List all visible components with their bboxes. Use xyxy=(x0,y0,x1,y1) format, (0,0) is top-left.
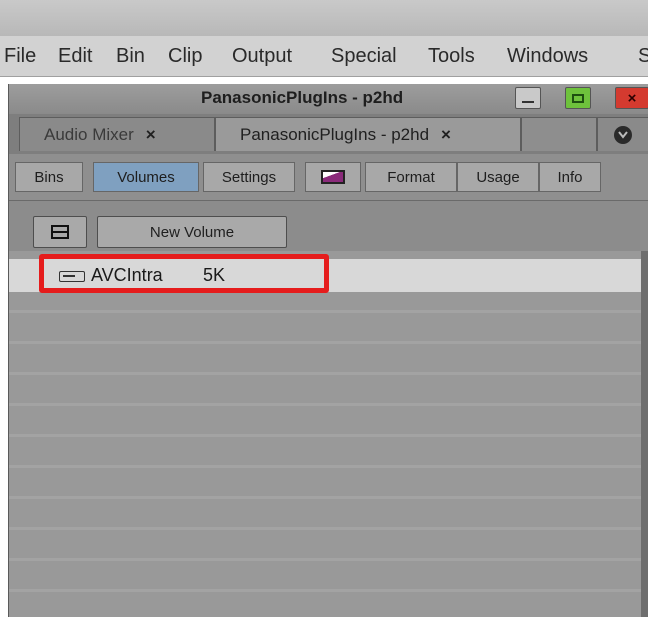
tab-bar: Audio Mixer × PanasonicPlugIns - p2hd × xyxy=(9,114,648,154)
subtab-settings[interactable]: Settings xyxy=(203,162,295,192)
window-right-edge xyxy=(641,251,648,617)
window-title: PanasonicPlugIns - p2hd xyxy=(201,88,404,107)
bin-subtabs: Bins Volumes Settings Format Usage Info xyxy=(9,154,648,201)
tab-label: Audio Mixer xyxy=(44,124,134,144)
close-button[interactable]: × xyxy=(615,87,648,109)
volumes-list: AVCIntra 5K xyxy=(9,251,641,617)
subtab-bins[interactable]: Bins xyxy=(15,162,83,192)
menu-bin[interactable]: Bin xyxy=(116,44,145,68)
tab-menu-button[interactable] xyxy=(597,117,648,151)
tab-close-icon[interactable]: × xyxy=(441,125,451,145)
tab-audio-mixer[interactable]: Audio Mixer × xyxy=(19,117,215,151)
menu-windows[interactable]: Windows xyxy=(507,44,588,68)
tab-close-icon[interactable]: × xyxy=(146,125,156,145)
tab-panasonic-plugins[interactable]: PanasonicPlugIns - p2hd × xyxy=(215,117,521,151)
tab-label: PanasonicPlugIns - p2hd xyxy=(240,124,430,144)
menu-tools[interactable]: Tools xyxy=(428,44,475,68)
close-icon: × xyxy=(627,89,637,107)
subtab-info[interactable]: Info xyxy=(539,162,601,192)
maximize-button[interactable] xyxy=(565,87,591,109)
maximize-icon xyxy=(572,93,584,103)
menu-overflow[interactable]: S xyxy=(638,44,648,68)
tab-empty xyxy=(521,117,597,151)
chevron-down-icon xyxy=(614,125,632,144)
bin-window: PanasonicPlugIns - p2hd × Audio Mixer × … xyxy=(8,84,648,617)
color-swatch-icon xyxy=(321,170,345,184)
menu-clip[interactable]: Clip xyxy=(168,44,202,68)
list-view-icon xyxy=(51,225,69,239)
new-volume-button[interactable]: New Volume xyxy=(97,216,287,248)
subtab-usage[interactable]: Usage xyxy=(457,162,539,192)
minimize-button[interactable] xyxy=(515,87,541,109)
menu-file[interactable]: File xyxy=(4,44,36,68)
subtab-format[interactable]: Format xyxy=(365,162,457,192)
minimize-icon xyxy=(522,101,534,103)
menu-edit[interactable]: Edit xyxy=(58,44,92,68)
menu-bar: File Edit Bin Clip Output Special Tools … xyxy=(0,36,648,77)
view-toggle-button[interactable] xyxy=(33,216,87,248)
highlight-annotation xyxy=(39,254,329,293)
volumes-toolbar: New Volume xyxy=(9,201,648,251)
menu-special[interactable]: Special xyxy=(331,44,397,68)
subtab-color[interactable] xyxy=(305,162,361,192)
menu-output[interactable]: Output xyxy=(232,44,292,68)
top-strip xyxy=(0,0,648,36)
subtab-volumes[interactable]: Volumes xyxy=(93,162,199,192)
window-title-bar[interactable]: PanasonicPlugIns - p2hd × xyxy=(9,84,648,114)
